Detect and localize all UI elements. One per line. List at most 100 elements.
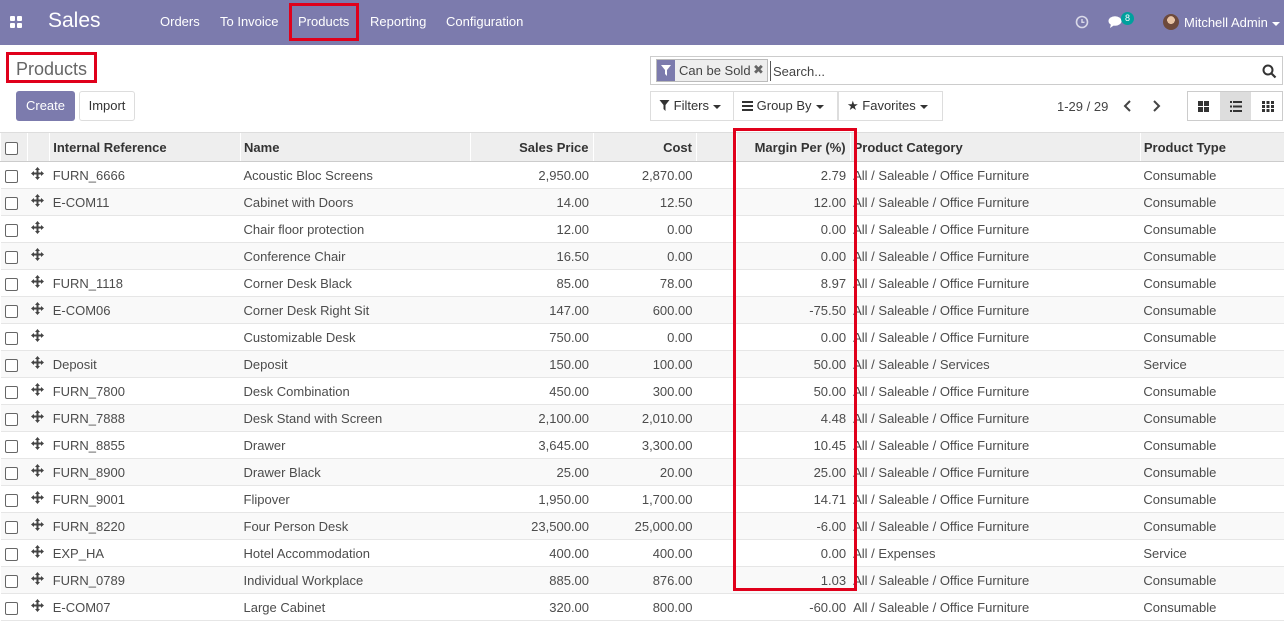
drag-handle-cell[interactable] xyxy=(28,459,50,486)
row-checkbox[interactable] xyxy=(4,412,18,426)
row-checkbox[interactable] xyxy=(4,520,18,534)
table-row[interactable]: FURN_7800 Desk Combination 450.00 300.00 50.… xyxy=(0,377,1284,405)
drag-handle-cell[interactable] xyxy=(28,486,50,513)
drag-handle-cell[interactable] xyxy=(28,297,50,324)
favorites-dropdown[interactable]: ★ Favorites xyxy=(838,91,943,121)
drag-handle-icon[interactable] xyxy=(30,248,44,261)
grid-view-button[interactable] xyxy=(1252,92,1283,120)
column-product-category[interactable]: Product Category xyxy=(849,132,1141,162)
row-select-cell[interactable] xyxy=(1,486,28,513)
drag-handle-cell[interactable] xyxy=(28,567,50,594)
menu-orders[interactable]: Orders xyxy=(160,14,200,29)
row-select-cell[interactable] xyxy=(1,432,28,459)
drag-handle-icon[interactable] xyxy=(30,464,44,477)
row-checkbox[interactable] xyxy=(4,331,18,345)
apps-menu-icon[interactable] xyxy=(10,16,23,29)
drag-handle-icon[interactable] xyxy=(30,302,44,315)
column-margin-per[interactable]: Margin Per (%) xyxy=(736,132,851,162)
column-sales-price[interactable]: Sales Price xyxy=(470,132,594,162)
drag-handle-cell[interactable] xyxy=(28,216,50,243)
search-icon[interactable] xyxy=(1262,64,1277,79)
select-all-cell[interactable] xyxy=(0,132,28,162)
menu-configuration[interactable]: Configuration xyxy=(446,14,523,29)
list-view-button[interactable] xyxy=(1220,92,1251,120)
row-select-cell[interactable] xyxy=(1,405,28,432)
row-checkbox[interactable] xyxy=(4,223,18,237)
column-internal-reference[interactable]: Internal Reference xyxy=(49,132,241,162)
row-checkbox[interactable] xyxy=(4,196,18,210)
pager-value[interactable]: 1-29 / 29 xyxy=(1057,99,1108,114)
kanban-view-button[interactable] xyxy=(1188,92,1219,120)
drag-handle-cell[interactable] xyxy=(28,405,50,432)
table-row[interactable]: E-COM11 Cabinet with Doors 14.00 12.50 12.00… xyxy=(0,188,1284,216)
table-row[interactable]: FURN_0789 Individual Workplace 885.00 876.0… xyxy=(0,566,1284,594)
drag-handle-cell[interactable] xyxy=(28,189,50,216)
table-row[interactable]: Customizable Desk 750.00 0.00 0.00 All / Sal… xyxy=(0,323,1284,351)
drag-handle-cell[interactable] xyxy=(28,378,50,405)
drag-handle-cell[interactable] xyxy=(28,270,50,297)
drag-handle-cell[interactable] xyxy=(28,594,50,621)
row-select-cell[interactable] xyxy=(1,513,28,540)
row-checkbox[interactable] xyxy=(4,385,18,399)
drag-handle-icon[interactable] xyxy=(30,329,44,342)
row-checkbox[interactable] xyxy=(4,493,18,507)
create-button[interactable]: Create xyxy=(16,91,75,121)
table-row[interactable]: E-COM07 Large Cabinet 320.00 800.00 -60.00 Al… xyxy=(0,593,1284,621)
user-menu[interactable]: Mitchell Admin xyxy=(1184,15,1280,30)
row-checkbox[interactable] xyxy=(4,169,18,183)
drag-handle-cell[interactable] xyxy=(28,540,50,567)
drag-handle-cell[interactable] xyxy=(28,243,50,270)
drag-handle-icon[interactable] xyxy=(30,518,44,531)
column-name[interactable]: Name xyxy=(240,132,471,162)
table-row[interactable]: FURN_1118 Corner Desk Black 85.00 78.00 8.97… xyxy=(0,269,1284,297)
table-row[interactable]: Deposit Deposit 150.00 100.00 50.00 All / Sal… xyxy=(0,350,1284,378)
row-select-cell[interactable] xyxy=(1,540,28,567)
table-row[interactable]: FURN_8855 Drawer 3,645.00 3,300.00 10.45 All … xyxy=(0,431,1284,459)
drag-handle-icon[interactable] xyxy=(30,356,44,369)
column-product-type[interactable]: Product Type xyxy=(1139,132,1284,162)
pager-previous-icon[interactable] xyxy=(1123,100,1133,112)
table-row[interactable]: Chair floor protection 12.00 0.00 0.00 All /… xyxy=(0,215,1284,243)
drag-handle-icon[interactable] xyxy=(30,221,44,234)
drag-handle-icon[interactable] xyxy=(30,545,44,558)
row-checkbox[interactable] xyxy=(4,439,18,453)
search-input[interactable] xyxy=(770,61,1250,81)
row-select-cell[interactable] xyxy=(1,189,28,216)
pager-next-icon[interactable] xyxy=(1151,100,1161,112)
menu-to-invoice[interactable]: To Invoice xyxy=(220,14,279,29)
drag-handle-cell[interactable] xyxy=(28,162,50,189)
drag-handle-cell[interactable] xyxy=(28,351,50,378)
row-checkbox[interactable] xyxy=(4,547,18,561)
column-cost[interactable]: Cost xyxy=(592,132,697,162)
row-select-cell[interactable] xyxy=(1,270,28,297)
row-checkbox[interactable] xyxy=(4,358,18,372)
row-checkbox[interactable] xyxy=(4,466,18,480)
table-row[interactable]: FURN_6666 Acoustic Bloc Screens 2,950.00 2,… xyxy=(0,161,1284,189)
drag-handle-icon[interactable] xyxy=(30,383,44,396)
drag-handle-icon[interactable] xyxy=(30,275,44,288)
row-select-cell[interactable] xyxy=(1,162,28,189)
menu-reporting[interactable]: Reporting xyxy=(370,14,426,29)
user-avatar[interactable] xyxy=(1163,14,1179,30)
drag-handle-cell[interactable] xyxy=(28,432,50,459)
drag-handle-icon[interactable] xyxy=(30,599,44,612)
drag-handle-icon[interactable] xyxy=(30,167,44,180)
table-row[interactable]: FURN_9001 Flipover 1,950.00 1,700.00 14.71 Al… xyxy=(0,485,1284,513)
row-select-cell[interactable] xyxy=(1,594,28,621)
row-select-cell[interactable] xyxy=(1,216,28,243)
activity-clock-icon[interactable] xyxy=(1075,15,1089,29)
table-row[interactable]: EXP_HA Hotel Accommodation 400.00 400.00 0.0… xyxy=(0,539,1284,567)
import-button[interactable]: Import xyxy=(79,91,135,121)
drag-handle-icon[interactable] xyxy=(30,491,44,504)
group-by-dropdown[interactable]: Group By xyxy=(733,91,838,121)
row-select-cell[interactable] xyxy=(1,459,28,486)
filters-dropdown[interactable]: Filters xyxy=(650,91,734,121)
row-select-cell[interactable] xyxy=(1,567,28,594)
row-checkbox[interactable] xyxy=(4,250,18,264)
table-row[interactable]: FURN_7888 Desk Stand with Screen 2,100.00 2… xyxy=(0,404,1284,432)
drag-handle-icon[interactable] xyxy=(30,194,44,207)
table-row[interactable]: Conference Chair 16.50 0.00 0.00 All / Salea… xyxy=(0,242,1284,270)
row-checkbox[interactable] xyxy=(4,277,18,291)
table-row[interactable]: E-COM06 Corner Desk Right Sit 147.00 600.00… xyxy=(0,296,1284,324)
remove-facet-icon[interactable]: ✖ xyxy=(753,62,764,78)
